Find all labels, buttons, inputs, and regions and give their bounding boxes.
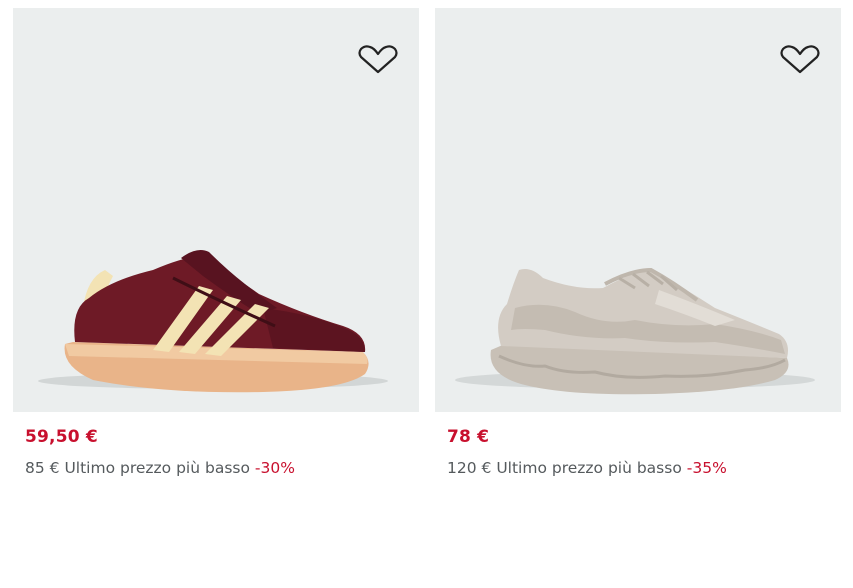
product-card[interactable]: 78 € 120 € Ultimo prezzo più basso -35% [435,8,841,488]
product-grid: 59,50 € 85 € Ultimo prezzo più basso -30… [0,0,853,588]
price-note: Ultimo prezzo più basso [64,459,250,477]
price-note: Ultimo prezzo più basso [496,459,682,477]
wishlist-button[interactable] [357,44,399,76]
price-info: 85 € Ultimo prezzo più basso -30% [25,459,295,477]
discount-badge: -30% [254,459,295,477]
price-info: 120 € Ultimo prezzo più basso -35% [447,459,727,477]
heart-outline-icon [358,45,398,74]
sale-price: 78 € [447,427,490,447]
original-price: 85 € [25,459,60,477]
product-image[interactable] [13,8,419,412]
sale-price: 59,50 € [25,427,98,447]
heart-outline-icon [780,45,820,74]
wishlist-button[interactable] [779,44,821,76]
original-price: 120 € [447,459,492,477]
product-card[interactable]: 59,50 € 85 € Ultimo prezzo più basso -30… [13,8,419,488]
discount-badge: -35% [686,459,727,477]
product-image[interactable] [435,8,841,412]
